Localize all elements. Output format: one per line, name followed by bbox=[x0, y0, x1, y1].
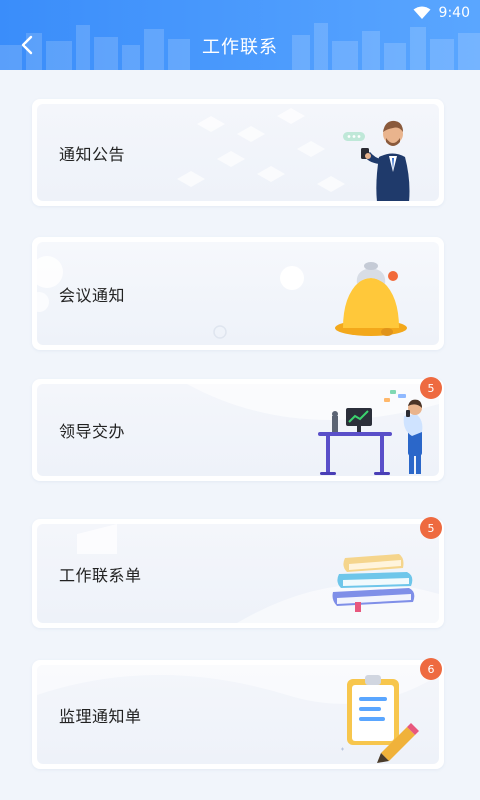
unread-count-badge: 5 bbox=[420, 377, 442, 399]
bell-icon bbox=[335, 262, 407, 336]
card-label: 会议通知 bbox=[59, 285, 126, 305]
wifi-icon bbox=[413, 6, 431, 19]
unread-count-badge: 6 bbox=[420, 658, 442, 680]
card-label: 工作联系单 bbox=[59, 565, 142, 585]
man-at-desk-icon bbox=[318, 390, 423, 475]
card-meeting-notice[interactable]: 会议通知 bbox=[32, 237, 444, 350]
card-label: 领导交办 bbox=[59, 422, 126, 441]
card-supervision-notice[interactable]: 监理通知单 6 bbox=[32, 658, 444, 769]
card-notice-announcement[interactable]: 通知公告 bbox=[32, 99, 444, 206]
status-time: 9:40 bbox=[438, 5, 470, 21]
card-label: 监理通知单 bbox=[59, 706, 142, 726]
businessman-phone-icon bbox=[343, 120, 410, 201]
card-leader-assignments[interactable]: 领导交办 5 bbox=[32, 377, 444, 481]
book-stack-icon bbox=[332, 554, 415, 612]
page-title: 工作联系 bbox=[202, 37, 278, 58]
clipboard-pencil-icon bbox=[341, 675, 419, 763]
top-app-bar: 9:40 工作联系 bbox=[0, 0, 480, 70]
card-work-contact-form[interactable]: 工作联系单 5 bbox=[32, 517, 444, 628]
card-label: 通知公告 bbox=[59, 144, 126, 164]
status-bar: 9:40 bbox=[413, 4, 470, 22]
unread-count-badge: 5 bbox=[420, 517, 442, 539]
